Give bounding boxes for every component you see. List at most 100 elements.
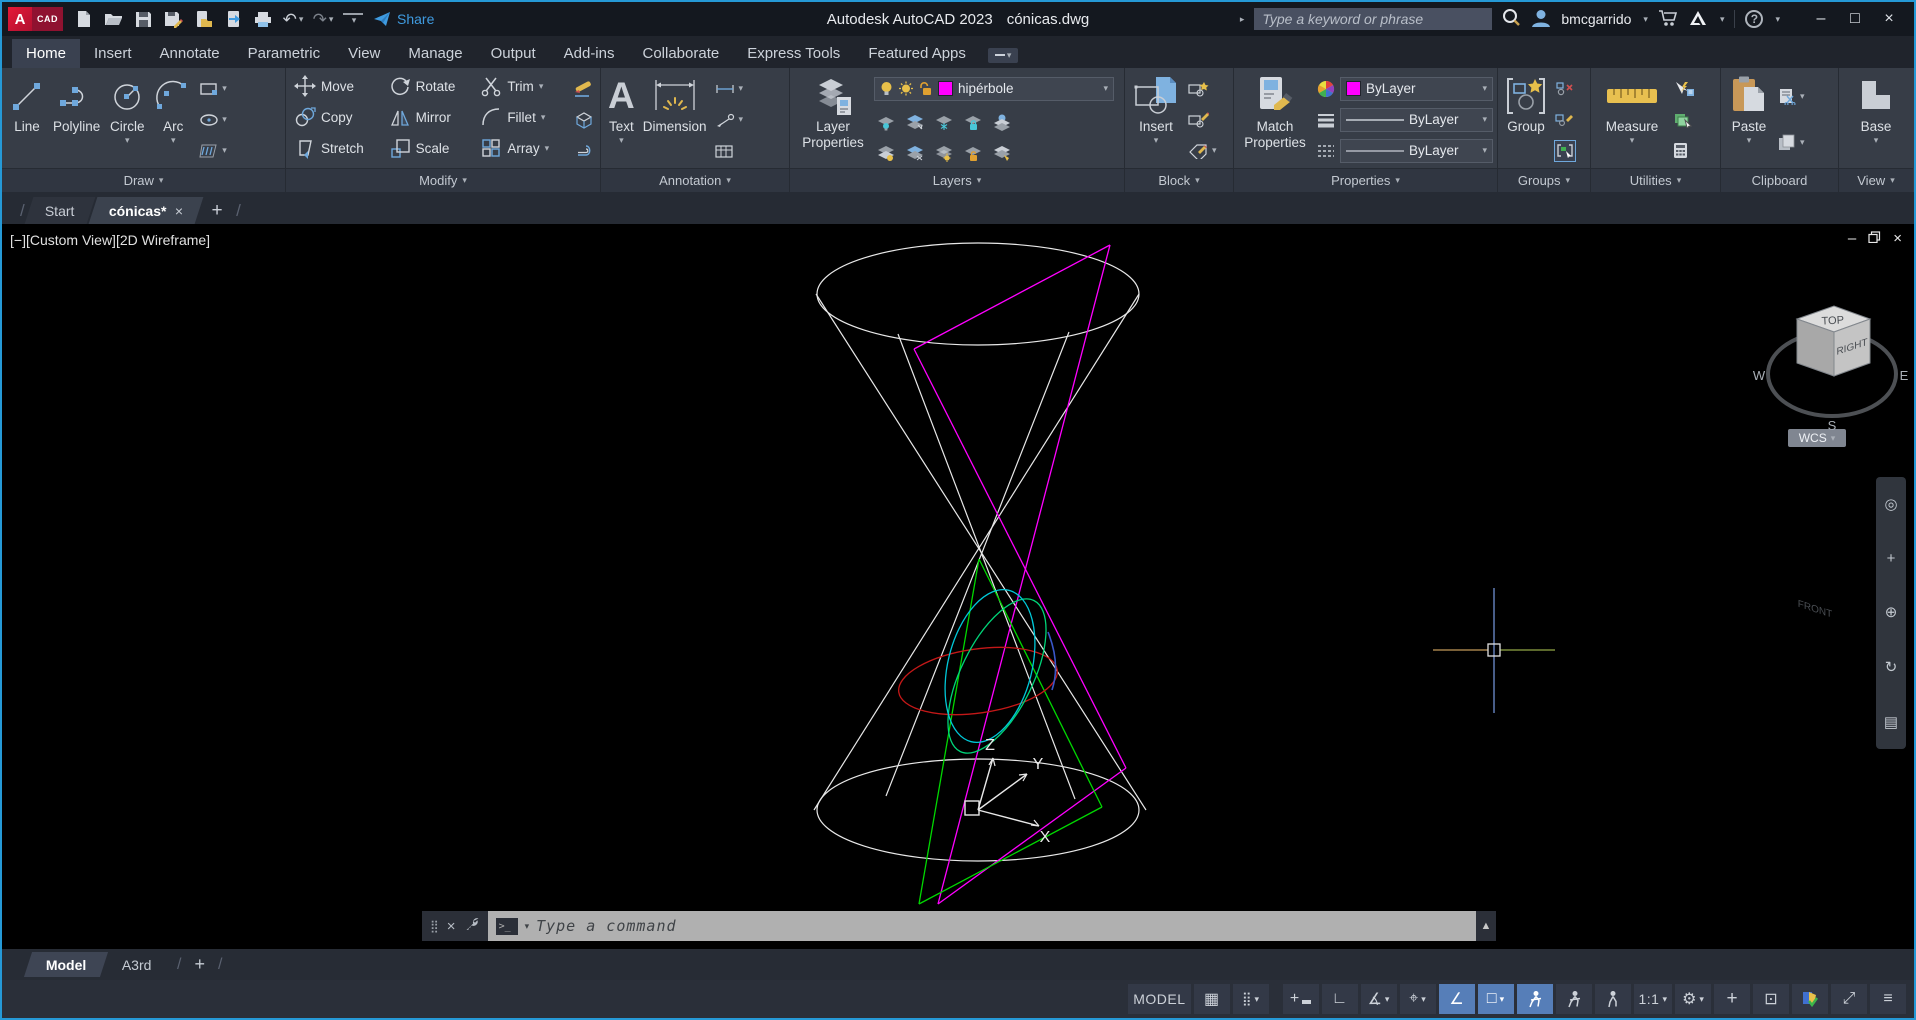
layer-unlock-all-button[interactable] xyxy=(963,143,983,163)
new-drawing-tab-button[interactable]: + xyxy=(202,197,232,224)
annotation-scale-person-button[interactable] xyxy=(1594,984,1631,1014)
layout-tab-a3rd[interactable]: A3rd xyxy=(100,952,174,977)
ribbon-tab-home[interactable]: Home xyxy=(12,39,81,68)
search-expand-icon[interactable]: ▸ xyxy=(1240,14,1245,25)
isolate-objects-button[interactable]: ⊡ xyxy=(1753,984,1789,1014)
clean-screen-button[interactable]: ⤢ xyxy=(1831,984,1867,1014)
file-tab-close-icon[interactable]: × xyxy=(175,203,183,219)
zoom-icon[interactable]: ⊕ xyxy=(1885,603,1898,621)
undo-icon[interactable]: ↶ ▾ xyxy=(283,9,304,29)
dock-grip-handle[interactable]: ⣿ xyxy=(430,919,439,933)
lineweight-icon[interactable] xyxy=(1316,110,1336,130)
leader-button[interactable]: ▾ xyxy=(714,109,743,131)
user-menu-chevron-icon[interactable]: ▾ xyxy=(1643,14,1648,25)
file-tab-start[interactable]: Start xyxy=(24,197,95,224)
object-color-select[interactable]: ByLayer ▾ xyxy=(1340,76,1493,101)
copy-clip-button[interactable]: ▾ xyxy=(1777,132,1805,154)
group-edit-button[interactable] xyxy=(1554,109,1576,131)
annotation-autoscale-button[interactable] xyxy=(1555,984,1592,1014)
autodesk-chevron-icon[interactable]: ▾ xyxy=(1720,14,1725,25)
hatch-button[interactable]: ▾ xyxy=(199,140,227,162)
layer-select[interactable]: hipérbole ▾ xyxy=(874,76,1114,101)
panel-label-draw[interactable]: Draw ▾ xyxy=(2,168,285,192)
erase-button[interactable] xyxy=(572,78,594,100)
ribbon-tab-collaborate[interactable]: Collaborate xyxy=(628,39,733,68)
rectangle-button[interactable]: ▾ xyxy=(199,78,227,100)
help-chevron-icon[interactable]: ▾ xyxy=(1775,14,1780,25)
command-close-icon[interactable]: × xyxy=(447,918,456,935)
plot-icon[interactable] xyxy=(253,9,273,29)
move-button[interactable]: Move xyxy=(294,73,379,99)
command-prompt-icon[interactable]: >_ xyxy=(495,917,518,935)
isodraft-button[interactable]: ⌖ ▾ xyxy=(1399,984,1436,1014)
panel-label-modify[interactable]: Modify ▾ xyxy=(286,168,600,192)
open-folder-icon[interactable] xyxy=(103,9,123,29)
scale-button[interactable]: Scale xyxy=(389,135,471,161)
layer-thaw-sun-icon[interactable] xyxy=(898,81,914,96)
dynamic-input-button[interactable]: + xyxy=(1282,984,1319,1014)
ribbon-tab-parametric[interactable]: Parametric xyxy=(234,39,335,68)
insert-button[interactable]: Insert ▾ xyxy=(1129,71,1183,168)
user-name[interactable]: bmcgarrido xyxy=(1561,11,1631,27)
measure-button[interactable]: Measure ▾ xyxy=(1595,71,1669,168)
quick-select-button[interactable] xyxy=(1673,78,1695,100)
stretch-button[interactable]: Stretch xyxy=(294,135,379,161)
snap-mode-button[interactable]: ⣿ ▾ xyxy=(1232,984,1269,1014)
save-as-icon[interactable] xyxy=(163,9,183,29)
grid-display-button[interactable]: ▦ xyxy=(1193,984,1230,1014)
panel-label-view[interactable]: View ▾ xyxy=(1839,168,1913,192)
open-from-web-icon[interactable] xyxy=(193,9,213,29)
layer-on-bulb-icon[interactable] xyxy=(880,81,893,96)
ellipse-button[interactable]: ▾ xyxy=(199,109,227,131)
workspace-switching-button[interactable]: ⚙ ▾ xyxy=(1675,984,1711,1014)
layer-match-button[interactable] xyxy=(992,143,1012,163)
ribbon-tab-featured-apps[interactable]: Featured Apps xyxy=(854,39,980,68)
fillet-button[interactable]: Fillet ▾ xyxy=(480,104,564,130)
annotation-visibility-button[interactable] xyxy=(1516,984,1553,1014)
layer-freeze-button[interactable] xyxy=(934,112,954,132)
user-avatar-icon[interactable] xyxy=(1531,9,1551,30)
close-button[interactable]: × xyxy=(1874,6,1904,32)
layout-tab-model[interactable]: Model xyxy=(23,952,109,977)
linetype-select[interactable]: ByLayer ▾ xyxy=(1340,138,1493,163)
layer-lock-button[interactable] xyxy=(963,112,983,132)
dimension-button[interactable]: Dimension xyxy=(640,71,710,168)
polar-tracking-button[interactable]: ∡ ▾ xyxy=(1360,984,1397,1014)
ribbon-display-toggle[interactable]: ▾ xyxy=(987,48,1019,63)
annotation-monitor-button[interactable]: + xyxy=(1714,984,1750,1014)
panel-label-properties[interactable]: Properties ▾ xyxy=(1234,168,1497,192)
paste-button[interactable]: Paste ▾ xyxy=(1725,71,1773,168)
new-layout-button[interactable]: + xyxy=(194,954,205,975)
trim-button[interactable]: Trim ▾ xyxy=(480,73,564,99)
ribbon-tab-manage[interactable]: Manage xyxy=(394,39,476,68)
panel-label-annotation[interactable]: Annotation ▾ xyxy=(601,168,789,192)
explode-button[interactable] xyxy=(572,109,594,131)
create-block-button[interactable] xyxy=(1187,78,1217,100)
ribbon-tab-express-tools[interactable]: Express Tools xyxy=(733,39,854,68)
ribbon-tab-view[interactable]: View xyxy=(334,39,394,68)
line-button[interactable]: Line xyxy=(6,71,48,168)
save-to-web-icon[interactable] xyxy=(223,9,243,29)
search-icon[interactable] xyxy=(1502,8,1521,30)
redo-icon[interactable]: ↷ ▾ xyxy=(313,9,334,29)
help-icon[interactable]: ? xyxy=(1745,10,1764,28)
layer-on-all-button[interactable] xyxy=(876,143,896,163)
layer-sun-button[interactable] xyxy=(934,143,954,163)
layer-unlock-icon[interactable] xyxy=(919,81,933,96)
object-snap-button[interactable]: □ ▾ xyxy=(1477,984,1514,1014)
ortho-mode-button[interactable]: ∟ xyxy=(1321,984,1358,1014)
table-button[interactable] xyxy=(714,140,744,162)
graphics-performance-button[interactable] xyxy=(1792,984,1828,1014)
array-button[interactable]: Array ▾ xyxy=(480,135,564,161)
linetype-icon[interactable] xyxy=(1316,141,1336,161)
arc-button[interactable]: Arc ▾ xyxy=(151,71,195,168)
define-attributes-button[interactable]: ▾ xyxy=(1187,140,1217,162)
file-tab-conicas[interactable]: cónicas* × xyxy=(88,197,204,224)
command-input[interactable]: >_ ▾ Type a command xyxy=(487,911,1476,941)
circle-button[interactable]: Circle ▾ xyxy=(105,71,149,168)
mirror-button[interactable]: Mirror xyxy=(389,104,471,130)
linear-dimension-button[interactable]: ▾ xyxy=(714,78,743,100)
layer-off-button[interactable] xyxy=(876,112,896,132)
panel-label-block[interactable]: Block ▾ xyxy=(1125,168,1233,192)
panel-label-groups[interactable]: Groups ▾ xyxy=(1498,168,1590,192)
